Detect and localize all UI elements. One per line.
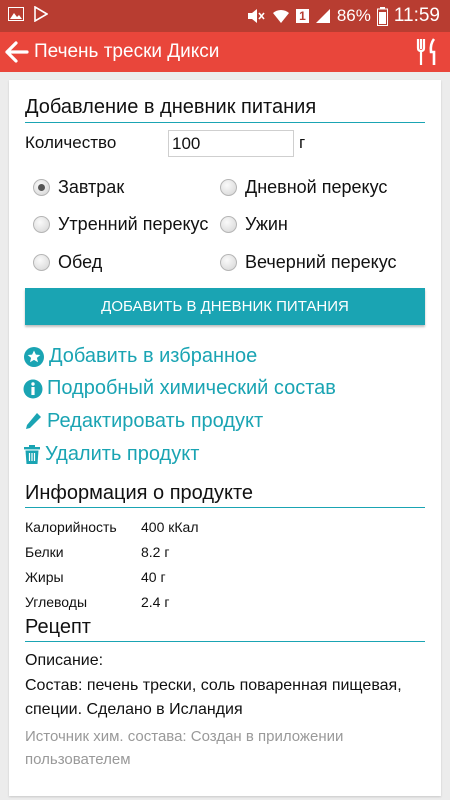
info-section-divider <box>25 507 425 508</box>
meal-radio-evening-snack[interactable]: Вечерний перекус <box>220 252 397 273</box>
meal-radio-morning-snack[interactable]: Утренний перекус <box>33 214 208 235</box>
fork-knife-icon[interactable] <box>416 38 440 66</box>
page-title: Печень трески Дикси <box>34 41 220 62</box>
quantity-input[interactable] <box>168 130 294 157</box>
delete-product-link[interactable]: Удалить продукт <box>23 443 199 466</box>
radio-unchecked-icon <box>33 216 50 233</box>
battery-percent: 86% <box>336 6 371 25</box>
meal-label: Ужин <box>245 214 288 234</box>
notification-icons <box>8 6 48 22</box>
content-card: Добавление в дневник питания Количество … <box>9 80 441 796</box>
meal-label: Дневной перекус <box>245 177 388 197</box>
add-to-diary-button[interactable]: ДОБАВИТЬ В ДНЕВНИК ПИТАНИЯ <box>25 288 425 325</box>
calories-label: Калорийность <box>25 519 117 535</box>
carbs-value: 2.4 г <box>141 594 170 610</box>
radio-unchecked-icon <box>33 254 50 271</box>
trash-icon <box>24 444 40 464</box>
diary-section-title: Добавление в дневник питания <box>25 96 317 118</box>
mute-icon <box>248 9 265 23</box>
info-section-title: Информация о продукте <box>25 482 254 504</box>
battery-icon <box>376 6 388 26</box>
diary-section-divider <box>25 122 425 123</box>
radio-checked-icon <box>33 179 50 196</box>
pencil-icon <box>26 412 41 429</box>
radio-unchecked-icon <box>220 216 237 233</box>
radio-unchecked-icon <box>220 179 237 196</box>
star-icon <box>24 346 44 367</box>
wifi-icon <box>273 9 290 23</box>
quantity-unit: г <box>299 133 306 152</box>
meal-label: Вечерний перекус <box>245 252 397 272</box>
add-favorite-link[interactable]: Добавить в избранное <box>23 345 257 368</box>
info-icon <box>23 379 43 398</box>
delete-product-label: Удалить продукт <box>45 443 200 465</box>
fat-label: Жиры <box>25 569 64 585</box>
edit-product-label: Редактировать продукт <box>47 410 264 432</box>
carbs-label: Углеводы <box>25 594 88 610</box>
meal-radio-breakfast[interactable]: Завтрак <box>33 177 124 198</box>
photo-icon <box>8 7 24 21</box>
radio-unchecked-icon <box>220 254 237 271</box>
play-store-icon <box>34 6 48 22</box>
app-bar: Печень трески Дикси <box>0 32 450 72</box>
meal-label: Завтрак <box>58 177 125 197</box>
description-label: Описание: <box>25 652 104 669</box>
meal-radio-lunch[interactable]: Обед <box>33 252 102 273</box>
sim-badge: 1 <box>296 9 309 23</box>
signal-icon <box>315 9 330 23</box>
meal-label: Обед <box>58 252 103 272</box>
back-arrow-icon[interactable] <box>4 39 30 65</box>
quantity-label: Количество <box>25 133 117 152</box>
meal-radio-afternoon-snack[interactable]: Дневной перекус <box>220 177 387 198</box>
chemical-composition-label: Подробный химический состав <box>47 377 336 399</box>
fat-value: 40 г <box>141 569 166 585</box>
protein-label: Белки <box>25 544 64 560</box>
chemical-composition-link[interactable]: Подробный химический состав <box>23 377 336 400</box>
recipe-section-title: Рецепт <box>25 616 91 638</box>
status-bar: 1 86% 11:59 <box>0 0 450 32</box>
edit-product-link[interactable]: Редактировать продукт <box>23 410 263 433</box>
meal-label: Утренний перекус <box>58 214 209 234</box>
source-text: Источник хим. состава: Создан в приложен… <box>25 728 344 768</box>
system-icons: 1 86% 11:59 <box>246 5 440 27</box>
protein-value: 8.2 г <box>141 544 170 560</box>
recipe-section-divider <box>25 641 425 642</box>
composition-text: Состав: печень трески, соль поваренная п… <box>25 677 402 718</box>
calories-value: 400 кКал <box>141 519 199 535</box>
meal-radio-dinner[interactable]: Ужин <box>220 214 288 235</box>
clock: 11:59 <box>393 5 440 26</box>
add-favorite-label: Добавить в избранное <box>49 345 258 367</box>
